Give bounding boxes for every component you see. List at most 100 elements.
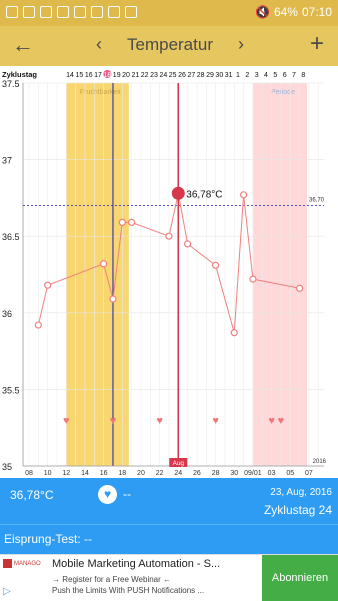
y-tick-label: 36	[2, 309, 12, 319]
y-tick-label: 36.5	[2, 232, 20, 242]
cycle-day-label: 1	[236, 72, 240, 79]
selected-date: 23, Aug, 2016	[270, 487, 332, 498]
status-right: 🔇 64% 07:10	[255, 5, 332, 19]
cycle-day-label: 16	[85, 72, 93, 79]
image-icon	[6, 6, 18, 18]
calendar-icon	[108, 6, 120, 18]
heart-icon[interactable]: ♥	[98, 485, 117, 504]
cycle-day-label: 23	[150, 72, 158, 79]
heart-marker-icon: ♥	[212, 415, 219, 427]
ad-line-1: → Register for a Free Webinar ←	[52, 575, 172, 584]
cycle-day-label: 21	[131, 72, 139, 79]
fertile-window-label: Fruchtbarkeit	[80, 89, 121, 96]
x-tick-label: 20	[137, 470, 145, 477]
selected-temperature-label: 36,78°C	[186, 189, 222, 200]
ovulation-test-bar[interactable]: Eisprung-Test: --	[0, 524, 338, 554]
ad-banner[interactable]: MANAGO ▷ Mobile Marketing Automation - S…	[0, 554, 338, 601]
info-bar: 36,78°C ♥ -- 23, Aug, 2016 Zyklustag 24	[0, 478, 338, 524]
cycle-day-label: 7	[292, 72, 296, 79]
y-tick-label: 35.5	[2, 385, 20, 395]
y-tick-label: 37	[2, 156, 12, 166]
ad-line-2: Push the Limits With PUSH Notifications …	[52, 586, 205, 595]
cover-line-label: 36,70	[309, 198, 325, 204]
y-tick-label: 37.5	[2, 79, 20, 89]
cycle-day-label: 20	[122, 72, 130, 79]
cycle-day: Zyklustag 24	[263, 503, 332, 517]
cycle-day-label: 18	[103, 72, 111, 79]
year-label: 2016	[313, 459, 327, 465]
cycle-day-label: 27	[187, 72, 195, 79]
temperature-point	[100, 260, 108, 268]
maps-icon	[91, 6, 103, 18]
office-icon	[40, 6, 52, 18]
heart-marker-icon: ♥	[268, 415, 275, 427]
mail-icon	[23, 6, 35, 18]
cycle-day-label: 29	[206, 72, 214, 79]
ad-title: Mobile Marketing Automation - S...	[52, 558, 221, 570]
temperature-point	[212, 261, 220, 269]
cycle-day-label: 2	[245, 72, 249, 79]
cycle-day-label: 19	[113, 72, 121, 79]
heart-marker-icon: ♥	[278, 415, 285, 427]
x-tick-label: 09/01	[244, 470, 262, 477]
x-tick-label: 16	[100, 470, 108, 477]
temperature-point	[109, 295, 117, 303]
period-window-label: Periode	[271, 89, 295, 96]
x-tick-label: 26	[193, 470, 201, 477]
x-tick-label: 28	[212, 470, 220, 477]
status-notification-icons	[6, 6, 137, 18]
temperature-point	[118, 218, 126, 227]
x-tick-label: 18	[118, 470, 126, 477]
x-tick-label: 22	[156, 470, 164, 477]
chevron-left-icon[interactable]: ‹	[96, 34, 102, 55]
title-switcher: ‹ Temperatur ›	[96, 34, 244, 55]
heart-marker-icon: ♥	[63, 415, 70, 427]
month-marker-label: Aug	[172, 460, 184, 467]
more-icon	[125, 6, 137, 18]
battery-percent: 64%	[273, 5, 298, 19]
temperature-point	[249, 275, 257, 283]
arrow-back-icon[interactable]: ←	[12, 32, 34, 58]
temperature-point	[128, 218, 136, 227]
x-tick-label: 08	[25, 470, 33, 477]
status-bar: 🔇 64% 07:10	[0, 0, 338, 26]
heart-marker-icon: ♥	[110, 415, 117, 427]
cycle-day-label: 6	[283, 72, 287, 79]
ad-choices-icon[interactable]: ▷	[3, 586, 11, 597]
current-temperature: 36,78°C	[10, 488, 54, 502]
cycle-day-label: 22	[141, 72, 149, 79]
temperature-point	[184, 240, 192, 248]
mute-icon: 🔇	[254, 5, 270, 19]
temperature-point	[165, 232, 173, 240]
selected-temperature-point	[171, 186, 185, 200]
subscribe-button[interactable]: Abonnieren	[262, 555, 338, 601]
y-tick-label: 35	[2, 462, 12, 472]
temperature-point	[34, 321, 42, 329]
cycle-day-label: 17	[94, 72, 102, 79]
cycle-day-label: 4	[264, 72, 268, 79]
add-icon[interactable]: +	[310, 30, 324, 58]
temperature-point	[295, 284, 304, 292]
ovulation-test-label: Eisprung-Test: --	[4, 532, 93, 546]
x-tick-label: 30	[230, 470, 238, 477]
x-tick-label: 12	[62, 470, 70, 477]
wifi-icon	[74, 6, 86, 18]
mail-icon	[57, 6, 69, 18]
temperature-chart[interactable]: Fruchtbarkeit Periode 37.5 37 36.5 36 35.5 35 36…	[0, 66, 338, 478]
ad-logo: MANAGO	[3, 559, 45, 577]
status-time: 07:10	[301, 5, 332, 19]
x-tick-label: 10	[44, 470, 52, 477]
x-tick-label: 05	[286, 470, 294, 477]
cycle-day-label: 28	[197, 72, 205, 79]
cycle-day-label: 15	[75, 72, 83, 79]
temperature-point	[44, 281, 52, 289]
x-tick-label: 07	[305, 470, 313, 477]
cycle-day-label: 31	[225, 72, 233, 79]
cycle-day-label: 14	[66, 72, 74, 79]
cycle-day-label: 30	[215, 72, 223, 79]
chevron-right-icon[interactable]: ›	[238, 34, 244, 55]
page-title: Temperatur	[127, 34, 213, 54]
temperature-point	[239, 191, 248, 199]
app-bar: ← ‹ Temperatur › +	[0, 26, 338, 66]
period-window	[252, 83, 308, 466]
